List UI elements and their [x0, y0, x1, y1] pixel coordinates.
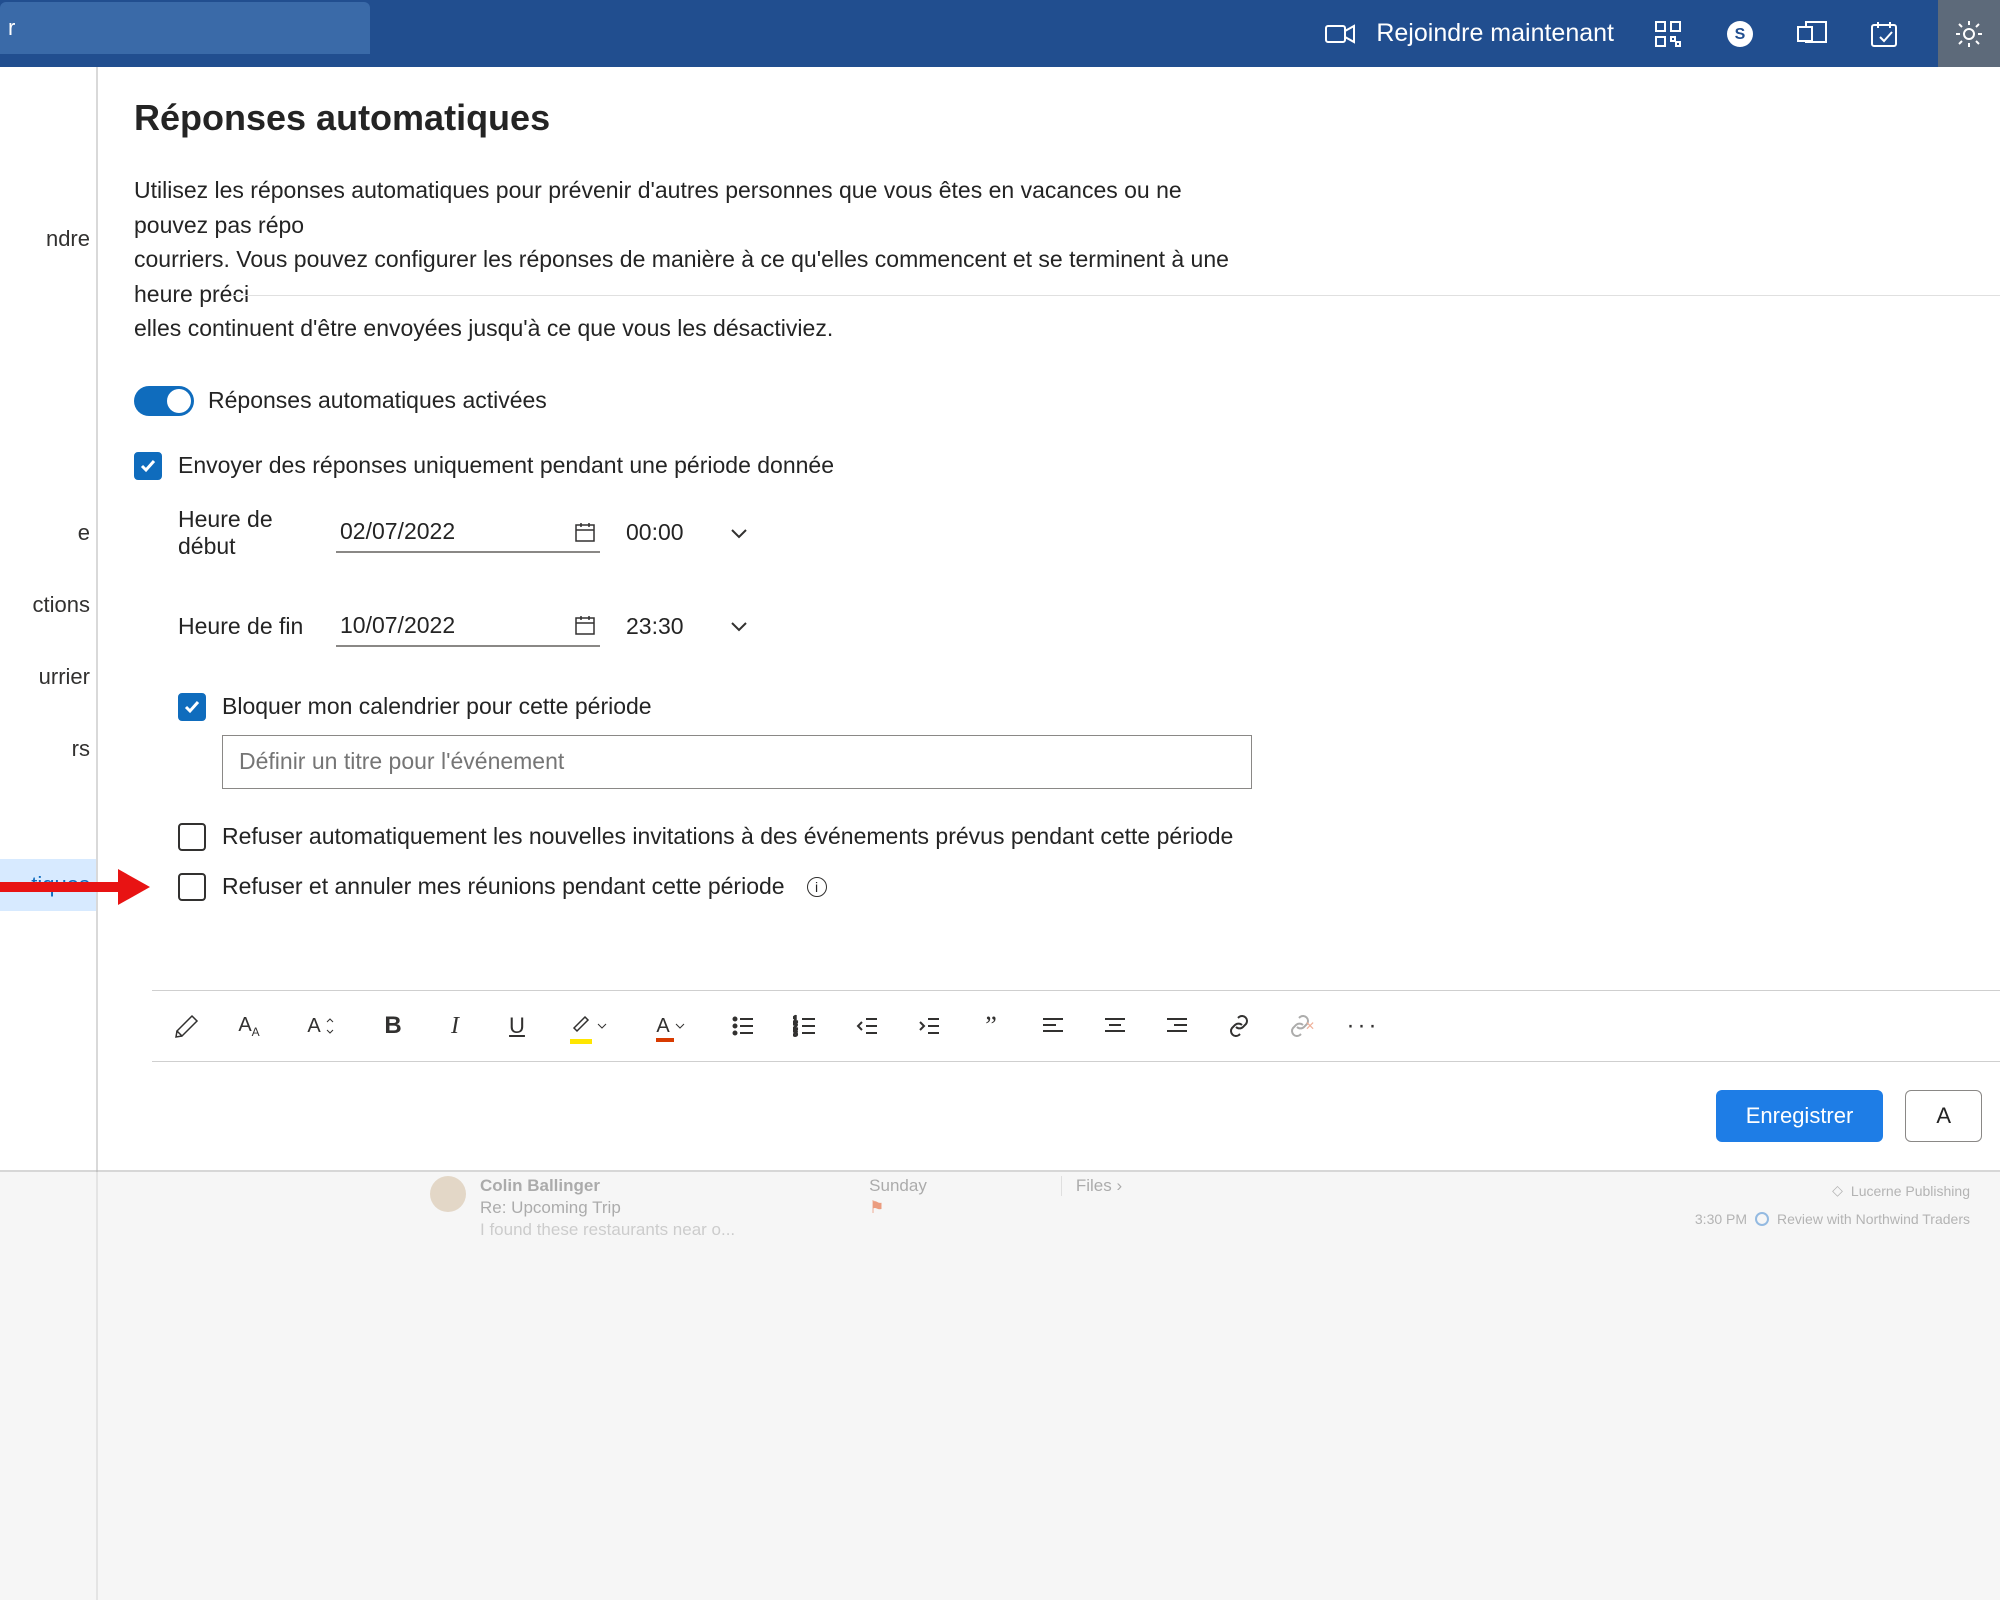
sidebar-item[interactable]: ndre — [0, 213, 96, 265]
chevron-down-icon — [728, 615, 750, 637]
calendar-icon — [574, 614, 596, 636]
end-time-label: Heure de fin — [178, 613, 314, 640]
qr-icon[interactable] — [1650, 16, 1686, 52]
italic-icon[interactable]: I — [438, 1009, 472, 1043]
skype-icon[interactable]: S — [1722, 16, 1758, 52]
svg-text:3: 3 — [793, 1029, 798, 1038]
mail-preview: I found these restaurants near o... — [480, 1220, 735, 1240]
bold-icon[interactable]: B — [376, 1009, 410, 1043]
settings-button[interactable] — [1938, 0, 2000, 67]
quote-icon[interactable]: ” — [974, 1009, 1008, 1043]
event-badge: 3:30 PM Review with Northwind Traders — [1695, 1211, 1970, 1227]
ribbon-right: Rejoindre maintenant S — [1322, 0, 2000, 67]
start-date-value: 02/07/2022 — [340, 518, 455, 545]
editor-toolbar: AA A B I U A 123 ” ✕ ··· — [152, 990, 2000, 1062]
page-title: Réponses automatiques — [134, 97, 2000, 139]
bullets-icon[interactable] — [726, 1009, 760, 1043]
gear-icon — [1954, 19, 1984, 49]
sidebar-item[interactable]: urrier — [0, 651, 96, 703]
cancel-button[interactable]: A — [1905, 1090, 1982, 1142]
mail-list-item: Colin Ballinger Re: Upcoming Trip I foun… — [430, 1176, 1122, 1240]
top-ribbon: r Rejoindre maintenant S — [0, 0, 2000, 67]
datetime-section: Heure de début 02/07/2022 00:00 Heure de… — [178, 506, 2000, 647]
mail-subject: Re: Upcoming Trip — [480, 1198, 735, 1218]
decline-new-invites-label: Refuser automatiquement les nouvelles in… — [222, 823, 1233, 850]
align-right-icon[interactable] — [1160, 1009, 1194, 1043]
action-buttons: Enregistrer A — [1716, 1090, 1982, 1142]
start-date-picker[interactable]: 02/07/2022 — [336, 512, 600, 553]
join-label: Rejoindre maintenant — [1376, 19, 1614, 48]
end-time-picker[interactable]: 23:30 — [622, 607, 754, 646]
more-icon[interactable]: ··· — [1346, 1009, 1380, 1043]
highlight-icon[interactable] — [562, 1009, 616, 1043]
info-icon[interactable]: i — [807, 877, 827, 897]
background-window: Colin Ballinger Re: Upcoming Trip I foun… — [0, 1170, 2000, 1600]
send-during-period-checkbox[interactable] — [134, 452, 162, 480]
calendar-check-icon[interactable] — [1866, 16, 1902, 52]
end-date-picker[interactable]: 10/07/2022 — [336, 606, 600, 647]
align-left-icon[interactable] — [1036, 1009, 1070, 1043]
decline-new-invites-checkbox[interactable] — [178, 823, 206, 851]
join-meeting-button[interactable]: Rejoindre maintenant — [1322, 16, 1614, 52]
autoreply-toggle[interactable] — [134, 386, 194, 416]
publisher-badge: ◇Lucerne Publishing — [1832, 1182, 1970, 1199]
font-size-icon[interactable]: A — [294, 1009, 348, 1043]
font-case-icon[interactable]: AA — [232, 1009, 266, 1043]
calendar-icon — [574, 521, 596, 543]
sidebar-item[interactable]: ctions — [0, 579, 96, 631]
sidebar-item[interactable]: e — [0, 507, 96, 559]
unlink-icon[interactable]: ✕ — [1284, 1009, 1318, 1043]
chevron-down-icon — [728, 522, 750, 544]
start-time-label: Heure de début — [178, 506, 314, 560]
mail-day: Sunday — [869, 1176, 927, 1196]
block-calendar-checkbox[interactable] — [178, 693, 206, 721]
indent-icon[interactable] — [912, 1009, 946, 1043]
intro-text: Utilisez les réponses automatiques pour … — [134, 173, 1254, 346]
save-button[interactable]: Enregistrer — [1716, 1090, 1884, 1142]
start-time-value: 00:00 — [626, 519, 684, 546]
underline-icon[interactable]: U — [500, 1009, 534, 1043]
active-tab[interactable]: r — [0, 2, 370, 54]
outdent-icon[interactable] — [850, 1009, 884, 1043]
end-date-value: 10/07/2022 — [340, 612, 455, 639]
autoreply-toggle-label: Réponses automatiques activées — [208, 387, 547, 414]
app-window-icon[interactable] — [1794, 16, 1830, 52]
start-time-picker[interactable]: 00:00 — [622, 513, 754, 552]
block-calendar-label: Bloquer mon calendrier pour cette périod… — [222, 693, 652, 720]
font-color-icon[interactable]: A — [644, 1009, 698, 1043]
sidebar-item[interactable]: rs — [0, 723, 96, 775]
mail-sender: Colin Ballinger — [480, 1176, 735, 1196]
send-during-period-label: Envoyer des réponses uniquement pendant … — [178, 452, 834, 479]
tab-label: r — [8, 15, 15, 41]
avatar — [430, 1176, 466, 1212]
align-center-icon[interactable] — [1098, 1009, 1132, 1043]
numbering-icon[interactable]: 123 — [788, 1009, 822, 1043]
event-title-input[interactable] — [222, 735, 1252, 789]
decline-cancel-meetings-checkbox[interactable] — [178, 873, 206, 901]
video-camera-icon — [1322, 16, 1358, 52]
end-time-value: 23:30 — [626, 613, 684, 640]
sidebar-item-selected[interactable]: tiques — [0, 859, 96, 911]
decline-cancel-meetings-label: Refuser et annuler mes réunions pendant … — [222, 873, 785, 900]
format-painter-icon[interactable] — [170, 1009, 204, 1043]
link-icon[interactable] — [1222, 1009, 1256, 1043]
svg-text:S: S — [1735, 26, 1746, 43]
files-label: Files — [1076, 1176, 1112, 1195]
header-divider — [232, 295, 2000, 296]
